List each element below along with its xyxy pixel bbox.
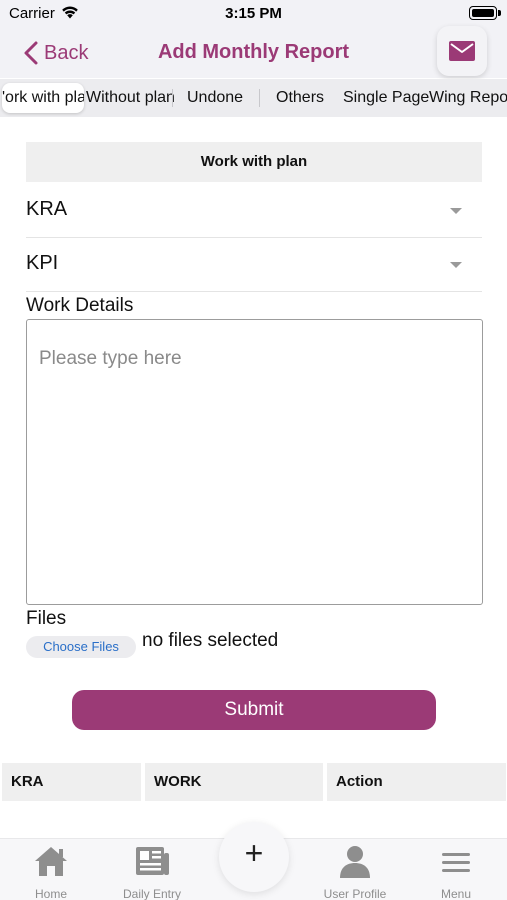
battery-icon bbox=[469, 6, 497, 20]
kra-label: KRA bbox=[26, 198, 68, 220]
kra-dropdown[interactable]: KRA bbox=[26, 184, 482, 238]
tab-work-with-plan[interactable]: 'ork with pla bbox=[2, 83, 84, 113]
report-table-header: KRA WORK Action bbox=[2, 763, 506, 801]
tab-others[interactable]: Others bbox=[276, 83, 332, 113]
tab-bar-label: Daily Entry bbox=[122, 887, 181, 900]
tab-label: Single Page bbox=[343, 89, 430, 106]
tab-divider bbox=[172, 89, 173, 107]
tab-label: Undone bbox=[187, 89, 244, 106]
app-screen: Carrier 3:15 PM Back Add Monthly Report bbox=[0, 0, 507, 900]
tab-bar-label: Home bbox=[34, 887, 67, 900]
work-details-textarea[interactable] bbox=[26, 319, 483, 605]
page-title: Add Monthly Report bbox=[157, 41, 350, 63]
mail-icon bbox=[449, 41, 475, 61]
choose-files-button[interactable]: Choose Files bbox=[26, 636, 136, 658]
user-icon bbox=[340, 846, 370, 878]
navigation-bar: Back Add Monthly Report bbox=[0, 26, 507, 78]
submit-button[interactable]: Submit bbox=[72, 690, 436, 730]
tab-without-plan[interactable]: Without plan bbox=[86, 83, 174, 113]
tab-label: 'ork with pla bbox=[2, 89, 84, 106]
tab-label: Without plan bbox=[86, 89, 174, 106]
tab-bar-label: User Profile bbox=[323, 887, 387, 900]
tab-bar-menu[interactable]: Menu bbox=[406, 843, 506, 900]
tab-divider bbox=[259, 89, 260, 107]
add-entry-button[interactable]: + bbox=[219, 822, 289, 892]
column-header-work: WORK bbox=[145, 763, 323, 801]
tab-wing-report[interactable]: Wing Repo bbox=[429, 83, 507, 113]
section-header: Work with plan bbox=[26, 142, 482, 182]
tab-label: Others bbox=[276, 89, 325, 106]
no-files-text: no files selected bbox=[142, 630, 279, 651]
kpi-label: KPI bbox=[26, 252, 59, 274]
status-bar: Carrier 3:15 PM bbox=[0, 0, 507, 28]
work-details-label: Work Details bbox=[26, 295, 134, 316]
tab-bar-label: Menu bbox=[440, 887, 472, 900]
home-icon bbox=[35, 847, 67, 876]
clock-time: 3:15 PM bbox=[225, 5, 282, 22]
tab-bar-home[interactable]: Home bbox=[1, 843, 101, 900]
newspaper-icon bbox=[136, 847, 169, 875]
caret-down-icon bbox=[450, 262, 462, 268]
battery-tip bbox=[498, 10, 501, 16]
tab-single-page[interactable]: Single Page bbox=[343, 83, 431, 113]
tab-bar-user-profile[interactable]: User Profile bbox=[305, 843, 405, 900]
tab-label: Wing Repo bbox=[429, 89, 507, 106]
column-header-action: Action bbox=[327, 763, 506, 801]
tab-undone[interactable]: Undone bbox=[187, 83, 251, 113]
hamburger-menu-icon bbox=[442, 853, 470, 872]
caret-down-icon bbox=[450, 208, 462, 214]
report-type-tabs: 'ork with pla Without plan Undone Others… bbox=[0, 79, 507, 117]
column-header-kra: KRA bbox=[2, 763, 141, 801]
files-label: Files bbox=[26, 608, 67, 629]
tab-bar-daily-entry[interactable]: Daily Entry bbox=[102, 843, 202, 900]
mail-button[interactable] bbox=[437, 26, 487, 76]
plus-icon: + bbox=[244, 835, 264, 871]
kpi-dropdown[interactable]: KPI bbox=[26, 238, 482, 292]
